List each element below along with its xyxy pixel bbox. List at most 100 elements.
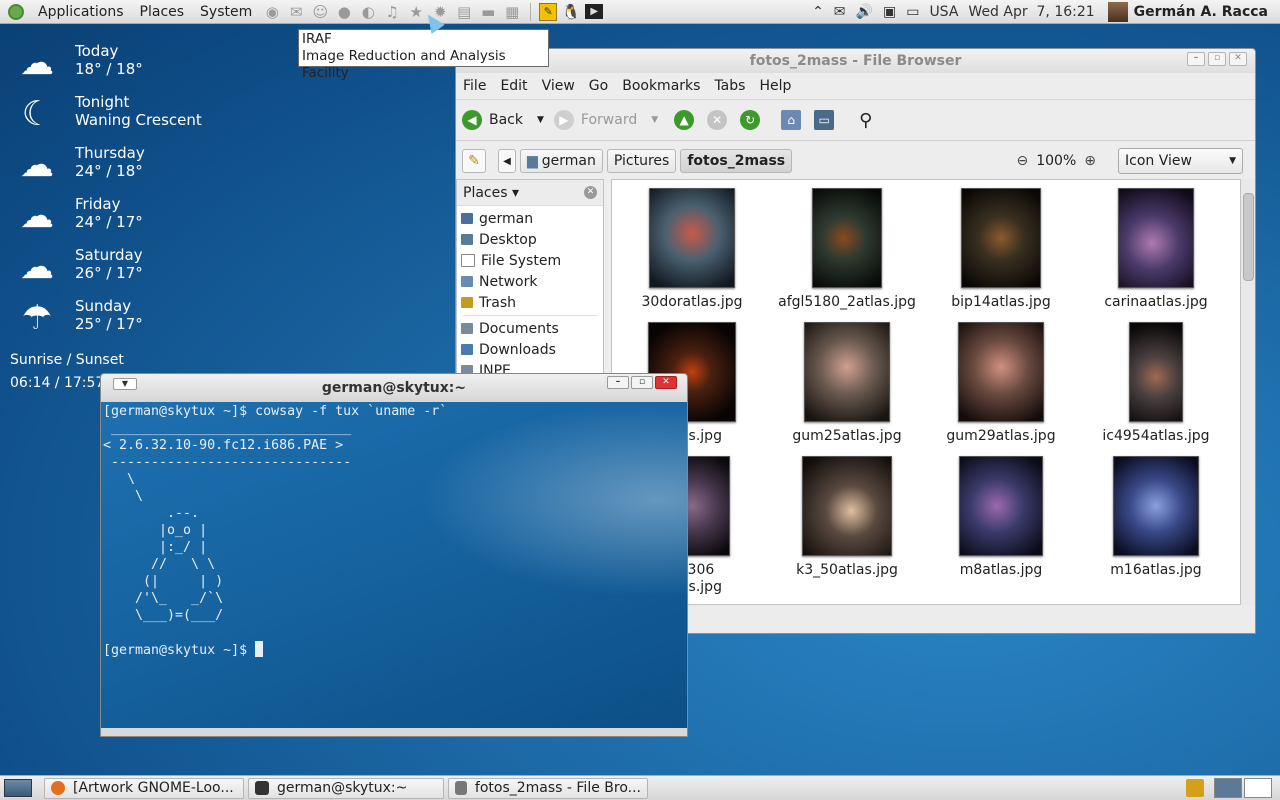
menu-help[interactable]: Help	[759, 78, 798, 94]
up-arrow-icon[interactable]: ▲	[674, 110, 695, 130]
sun-label: Sunrise / Sunset	[10, 352, 124, 368]
location-bar: ✎ ◀ ▆ german Pictures fotos_2mass ⊖ 100% …	[456, 141, 1255, 181]
mail-notify-icon[interactable]: ✉	[829, 4, 851, 20]
edit-location-icon[interactable]: ✎	[462, 149, 486, 173]
network-icon[interactable]: ▣	[878, 4, 901, 20]
scrollbar-thumb[interactable]	[1243, 193, 1254, 281]
search-icon[interactable]: ⚲	[859, 110, 872, 131]
chevron-down-icon[interactable]: ▼	[537, 115, 544, 125]
file-item[interactable]: ic4954atlas.jpg	[1081, 322, 1231, 445]
file-item[interactable]: bip14atlas.jpg	[926, 188, 1076, 311]
vertical-scrollbar[interactable]	[1241, 179, 1255, 605]
menu-tabs[interactable]: Tabs	[714, 78, 752, 94]
workspace-1[interactable]	[1214, 778, 1242, 798]
forward-button[interactable]: ▶ Forward ▼	[553, 110, 658, 130]
file-item[interactable]: gum25atlas.jpg	[772, 322, 922, 445]
battery-icon[interactable]: ▭	[901, 4, 924, 20]
sidebar-item-network[interactable]: Network	[457, 271, 603, 292]
sidebar-item-downloads[interactable]: Downloads	[457, 339, 603, 360]
keyboard-layout[interactable]: USA	[924, 4, 963, 20]
user-name[interactable]: Germán A. Racca	[1134, 4, 1280, 20]
trash-icon[interactable]	[1186, 779, 1204, 797]
pidgin-icon[interactable]: ●	[334, 3, 354, 21]
toolbar: ◀ Back ▼ ▶ Forward ▼ ▲ ✕ ↻ ⌂ ▭ ⚲	[456, 100, 1255, 141]
sidebar-item-desktop[interactable]: Desktop	[457, 229, 603, 250]
breadcrumb-left-arrow[interactable]: ◀	[498, 149, 516, 173]
view-mode-select[interactable]: Icon View ▼	[1118, 148, 1243, 174]
show-desktop-icon[interactable]	[4, 779, 32, 797]
weather-day: Saturday	[75, 246, 143, 264]
audio-icon[interactable]: ◐	[358, 3, 378, 21]
taskbar-item-terminal[interactable]: german@skytux:~	[248, 777, 444, 799]
document-icon[interactable]: ▤	[454, 3, 474, 21]
firefox-icon[interactable]: ◉	[262, 3, 282, 21]
volume-icon[interactable]: 🔊	[851, 4, 878, 20]
chevron-down-icon[interactable]: ▼	[651, 115, 658, 125]
file-item[interactable]: k3_50atlas.jpg	[772, 456, 922, 579]
weather-day: Sunday	[75, 297, 132, 315]
file-item[interactable]: m8atlas.jpg	[926, 456, 1076, 579]
sidebar-item-german[interactable]: german	[457, 208, 603, 229]
breadcrumb-pictures[interactable]: Pictures	[606, 149, 677, 173]
menu-places[interactable]: Places	[132, 4, 193, 20]
avatar[interactable]	[1107, 1, 1128, 22]
file-item[interactable]: m16atlas.jpg	[1081, 456, 1231, 579]
breadcrumb-fotos-2mass[interactable]: fotos_2mass	[680, 149, 793, 173]
taskbar-item-firefox[interactable]: [Artwork GNOME-Loo...	[44, 777, 244, 799]
breadcrumb-german[interactable]: ▆ german	[520, 149, 603, 173]
terminal-launcher-icon[interactable]: ▶	[585, 4, 604, 19]
file-thumbnail	[802, 456, 892, 556]
reload-icon[interactable]: ↻	[740, 110, 761, 130]
menu-applications[interactable]: Applications	[30, 4, 132, 20]
terminal-line: \	[103, 489, 144, 504]
mail-icon[interactable]: ✉	[286, 3, 306, 21]
sidebar-item-trash[interactable]: Trash	[457, 292, 603, 313]
computer-icon[interactable]: ▭	[814, 110, 835, 130]
zoom-in-icon[interactable]: ⊕	[1084, 153, 1096, 169]
music-icon[interactable]: ♫	[382, 3, 402, 21]
minimize-button[interactable]: –	[607, 376, 629, 389]
maximize-button[interactable]: ▫	[1208, 52, 1226, 66]
menu-bookmarks[interactable]: Bookmarks	[622, 78, 707, 94]
terminal-titlebar[interactable]: ▼ german@skytux:~ – ▫ ✕	[101, 374, 687, 402]
menu-go[interactable]: Go	[589, 78, 615, 94]
partly-cloudy-icon: ☁	[20, 196, 54, 236]
maximize-button[interactable]: ▫	[631, 376, 653, 389]
places-dropdown[interactable]: Places ▾	[463, 185, 519, 201]
minimize-button[interactable]: –	[1187, 52, 1205, 66]
calculator-icon[interactable]: ▦	[502, 3, 522, 21]
file-item[interactable]: gum29atlas.jpg	[926, 322, 1076, 445]
menu-system[interactable]: System	[192, 4, 260, 20]
download-folder-icon	[461, 344, 473, 355]
stop-icon[interactable]: ✕	[707, 110, 728, 130]
fedora-logo-icon[interactable]	[8, 3, 24, 20]
zoom-out-icon[interactable]: ⊖	[1017, 153, 1029, 169]
sidebar-item-file-system[interactable]: File System	[457, 250, 603, 271]
folder-icon[interactable]: ▬	[478, 3, 498, 21]
weather-row-sunday: ☂ Sunday 25° / 17°	[10, 295, 210, 346]
chat-icon[interactable]: ☺	[310, 3, 330, 21]
home-icon[interactable]: ⌂	[781, 110, 802, 130]
terminal-window: ▼ german@skytux:~ – ▫ ✕ [german@skytux ~…	[100, 373, 688, 737]
menu-view[interactable]: View	[542, 78, 582, 94]
sidebar-item-documents[interactable]: Documents	[457, 318, 603, 339]
workspace-2[interactable]	[1244, 778, 1272, 798]
close-button[interactable]: ✕	[655, 376, 677, 389]
taskbar-item-file-browser[interactable]: fotos_2mass - File Bro...	[448, 777, 648, 799]
close-sidebar-icon[interactable]: ✕	[584, 186, 597, 199]
terminal-output[interactable]: [german@skytux ~]$ cowsay -f tux `uname …	[101, 402, 687, 728]
window-titlebar[interactable]: fotos_2mass - File Browser – ▫ ✕	[456, 49, 1255, 73]
back-button[interactable]: ◀ Back ▼	[462, 110, 544, 130]
arrow-up-icon[interactable]: ⌃	[807, 4, 829, 20]
zoom-control: ⊖ 100% ⊕ Icon View ▼	[1009, 148, 1256, 174]
close-button[interactable]: ✕	[1229, 52, 1247, 66]
notes-icon[interactable]: ✎	[539, 2, 558, 21]
file-item[interactable]: carinaatlas.jpg	[1081, 188, 1231, 311]
terminal-line: |:_/ |	[103, 540, 208, 555]
weather-temp: 26° / 17°	[75, 264, 143, 282]
file-item[interactable]: 30doratlas.jpg	[617, 188, 767, 311]
clock[interactable]: Wed Apr 7, 16:21	[963, 4, 1099, 20]
tux-icon[interactable]: 🐧	[561, 3, 581, 21]
file-item[interactable]: afgl5180_2atlas.jpg	[772, 188, 922, 311]
window-menu-icon[interactable]: ▼	[113, 378, 137, 390]
